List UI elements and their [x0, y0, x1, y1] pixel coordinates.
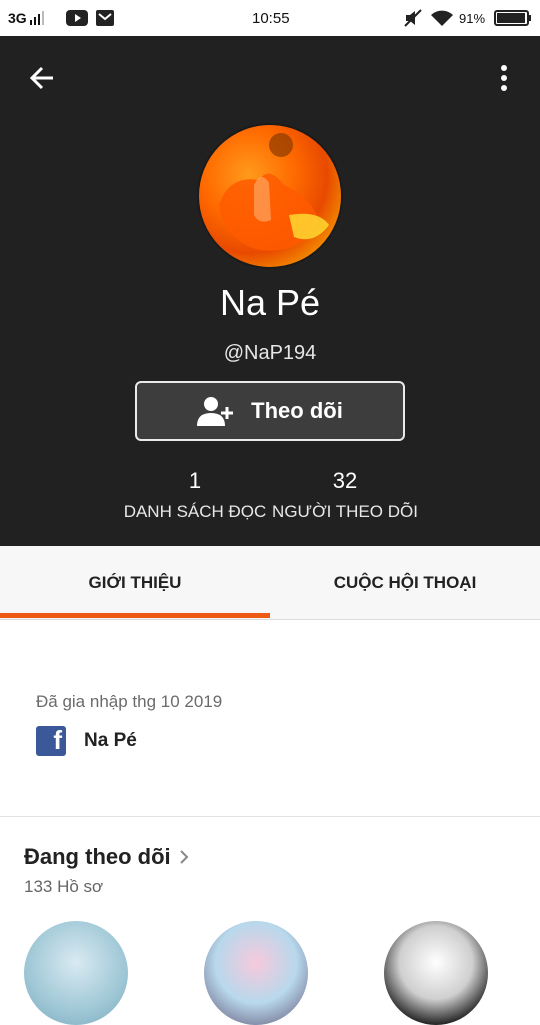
facebook-icon[interactable]: f	[36, 726, 66, 756]
back-arrow-icon	[29, 66, 53, 90]
facebook-link[interactable]: Na Pé	[84, 730, 137, 752]
stat-label: DANH SÁCH ĐỌC	[123, 502, 267, 521]
follow-button-label: Theo dõi	[251, 398, 343, 423]
network-indicator: 3G	[8, 0, 45, 36]
profile-tabs: GIỚI THIỆU CUỘC HỘI THOẠI	[0, 546, 540, 620]
tab-conversations[interactable]: CUỘC HỘI THOẠI	[270, 546, 540, 620]
stat-value: 1	[188, 468, 202, 493]
battery-level: 91%	[459, 10, 486, 26]
chevron-right-icon	[179, 850, 189, 864]
tab-about[interactable]: GIỚI THIỆU	[0, 546, 270, 620]
following-count: 133 Hồ sơ	[24, 877, 104, 896]
following-avatar[interactable]	[204, 921, 308, 1025]
mute-icon	[404, 0, 422, 36]
stat-reading-lists[interactable]: 1 DANH SÁCH ĐỌC	[115, 468, 275, 522]
username: @NaP194	[223, 342, 317, 364]
youtube-icon	[66, 0, 88, 36]
wifi-icon	[430, 0, 454, 36]
following-avatar[interactable]	[384, 921, 488, 1025]
signal-icon	[29, 11, 44, 25]
stat-label: NGƯỜI THEO DÕI	[272, 502, 418, 521]
back-button[interactable]	[22, 60, 62, 96]
active-tab-indicator	[0, 613, 270, 618]
stat-followers[interactable]: 32 NGƯỜI THEO DÕI	[265, 468, 425, 522]
stat-value: 32	[332, 468, 358, 493]
display-name: Na Pé	[219, 282, 321, 323]
add-user-icon	[197, 397, 234, 426]
avatar-image	[219, 133, 329, 251]
battery-icon	[494, 0, 532, 36]
joined-date: Đã gia nhập thg 10 2019	[36, 692, 223, 711]
section-divider	[0, 816, 540, 817]
profile-header: Na Pé @NaP194 Theo dõi 1 DANH SÁCH ĐỌC 3…	[0, 36, 540, 546]
following-header[interactable]: Đang theo dõi	[24, 844, 189, 870]
network-type: 3G	[8, 10, 27, 26]
following-title: Đang theo dõi	[24, 844, 171, 869]
status-bar: 3G 10:55 91%	[0, 0, 540, 36]
follow-button[interactable]: Theo dõi	[135, 381, 405, 441]
more-options-button[interactable]	[486, 60, 522, 96]
more-vertical-icon	[501, 65, 507, 91]
mail-icon	[96, 0, 114, 36]
clock: 10:55	[252, 9, 290, 27]
following-avatar[interactable]	[24, 921, 128, 1025]
profile-avatar	[197, 123, 343, 269]
